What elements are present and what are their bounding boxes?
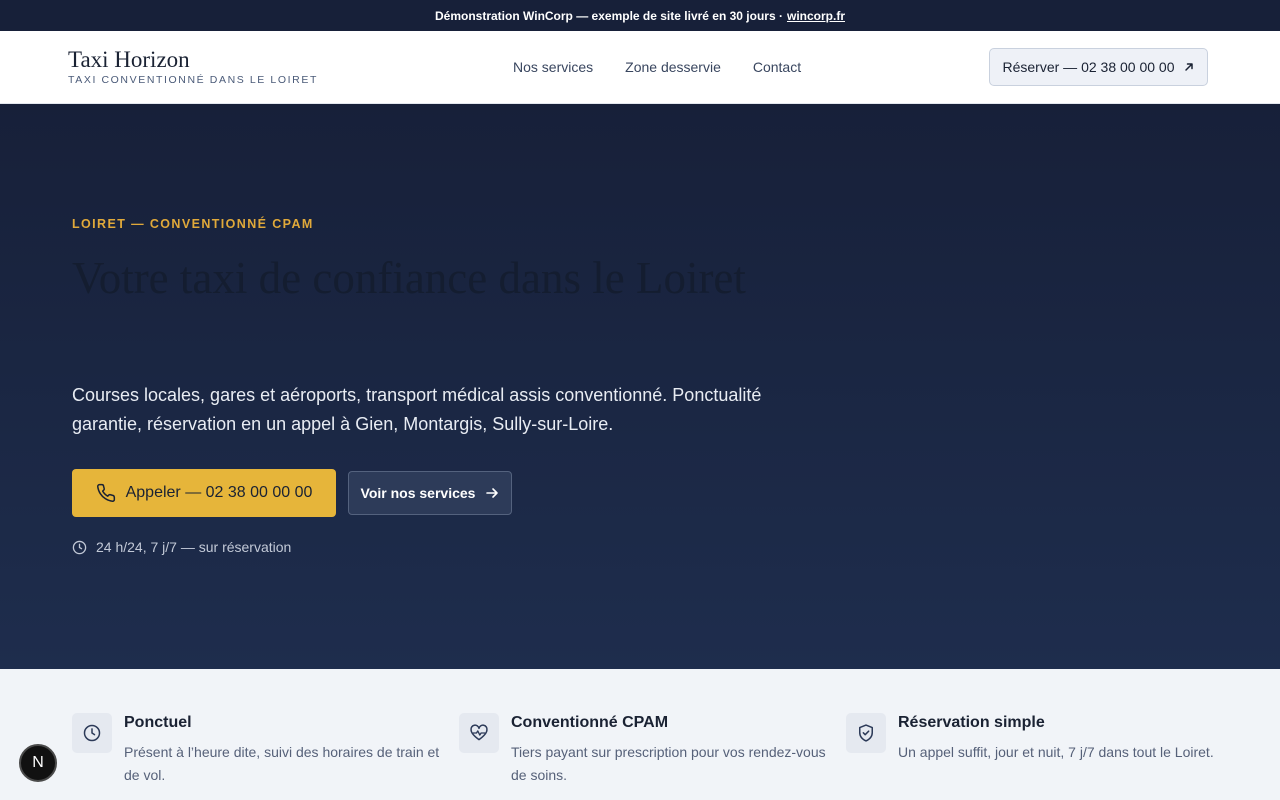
feature-icon-box xyxy=(459,713,499,753)
nav-link-zone[interactable]: Zone desservie xyxy=(609,59,737,75)
clock-icon xyxy=(72,540,87,554)
nav-link-services[interactable]: Nos services xyxy=(497,59,609,75)
heart-pulse-icon xyxy=(470,724,488,741)
shield-check-icon xyxy=(859,724,873,742)
hero-eyebrow: LOIRET — CONVENTIONNÉ CPAM xyxy=(72,217,314,231)
services-button[interactable]: Voir nos services xyxy=(348,471,512,515)
feature-icon-box xyxy=(72,713,112,753)
feature-icon-box xyxy=(846,713,886,753)
services-button-label: Voir nos services xyxy=(360,485,476,501)
book-button[interactable]: Réserver — 02 38 00 00 00 xyxy=(989,48,1208,86)
nav-link-contact[interactable]: Contact xyxy=(737,59,817,75)
hours-note: 24 h/24, 7 j/7 — sur réservation xyxy=(72,539,291,555)
demo-banner-text: Démonstration WinCorp — exemple de site … xyxy=(435,8,783,23)
features-section: Ponctuel Présent à l’heure dite, suivi d… xyxy=(0,669,1280,800)
demo-banner: Démonstration WinCorp — exemple de site … xyxy=(0,0,1280,31)
main-nav: Nos services Zone desservie Contact xyxy=(497,31,817,103)
arrow-up-right-icon xyxy=(1184,63,1193,71)
feature-description: Tiers payant sur prescription pour vos r… xyxy=(511,744,826,783)
hours-text: 24 h/24, 7 j/7 — sur réservation xyxy=(96,539,292,555)
brand-tagline: TAXI CONVENTIONNÉ DANS LE LOIRET xyxy=(68,74,318,86)
brand[interactable]: Taxi Horizon TAXI CONVENTIONNÉ DANS LE L… xyxy=(68,47,318,86)
feature-title: Ponctuel xyxy=(124,714,192,731)
feature-description: Un appel suffit, jour et nuit, 7 j/7 dan… xyxy=(898,744,1214,760)
clock-icon xyxy=(83,724,101,742)
phone-icon xyxy=(96,483,115,502)
hero-subtitle: Courses locales, gares et aéroports, tra… xyxy=(72,385,762,434)
call-button-label: Appeler — 02 38 00 00 00 xyxy=(125,484,313,501)
book-button-label: Réserver — 02 38 00 00 00 xyxy=(1002,59,1175,75)
arrow-right-icon xyxy=(486,488,499,498)
hero-title: Votre taxi de confiance dans le Loiret xyxy=(72,253,746,303)
hero-section: LOIRET — CONVENTIONNÉ CPAM Votre taxi de… xyxy=(0,104,1280,669)
wincorp-link[interactable]: wincorp.fr xyxy=(787,9,845,23)
feature-title: Conventionné CPAM xyxy=(511,714,669,731)
feature-title: Réservation simple xyxy=(898,714,1045,731)
dev-tools-badge[interactable]: N xyxy=(19,744,57,782)
brand-name: Taxi Horizon xyxy=(68,47,190,72)
site-header: Taxi Horizon TAXI CONVENTIONNÉ DANS LE L… xyxy=(0,31,1280,104)
call-button[interactable]: Appeler — 02 38 00 00 00 xyxy=(72,469,336,517)
feature-description: Présent à l’heure dite, suivi des horair… xyxy=(124,744,440,783)
